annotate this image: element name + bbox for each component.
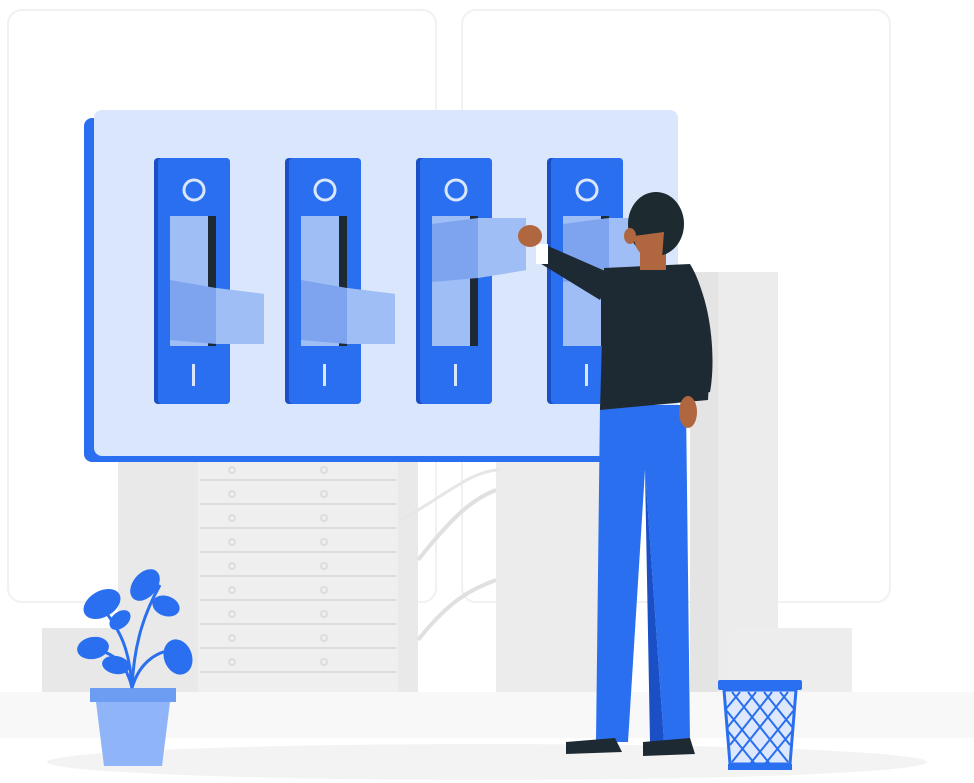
illustration-scene — [0, 9, 974, 780]
floor-shadow — [47, 744, 927, 780]
trash-can-icon — [718, 680, 802, 770]
